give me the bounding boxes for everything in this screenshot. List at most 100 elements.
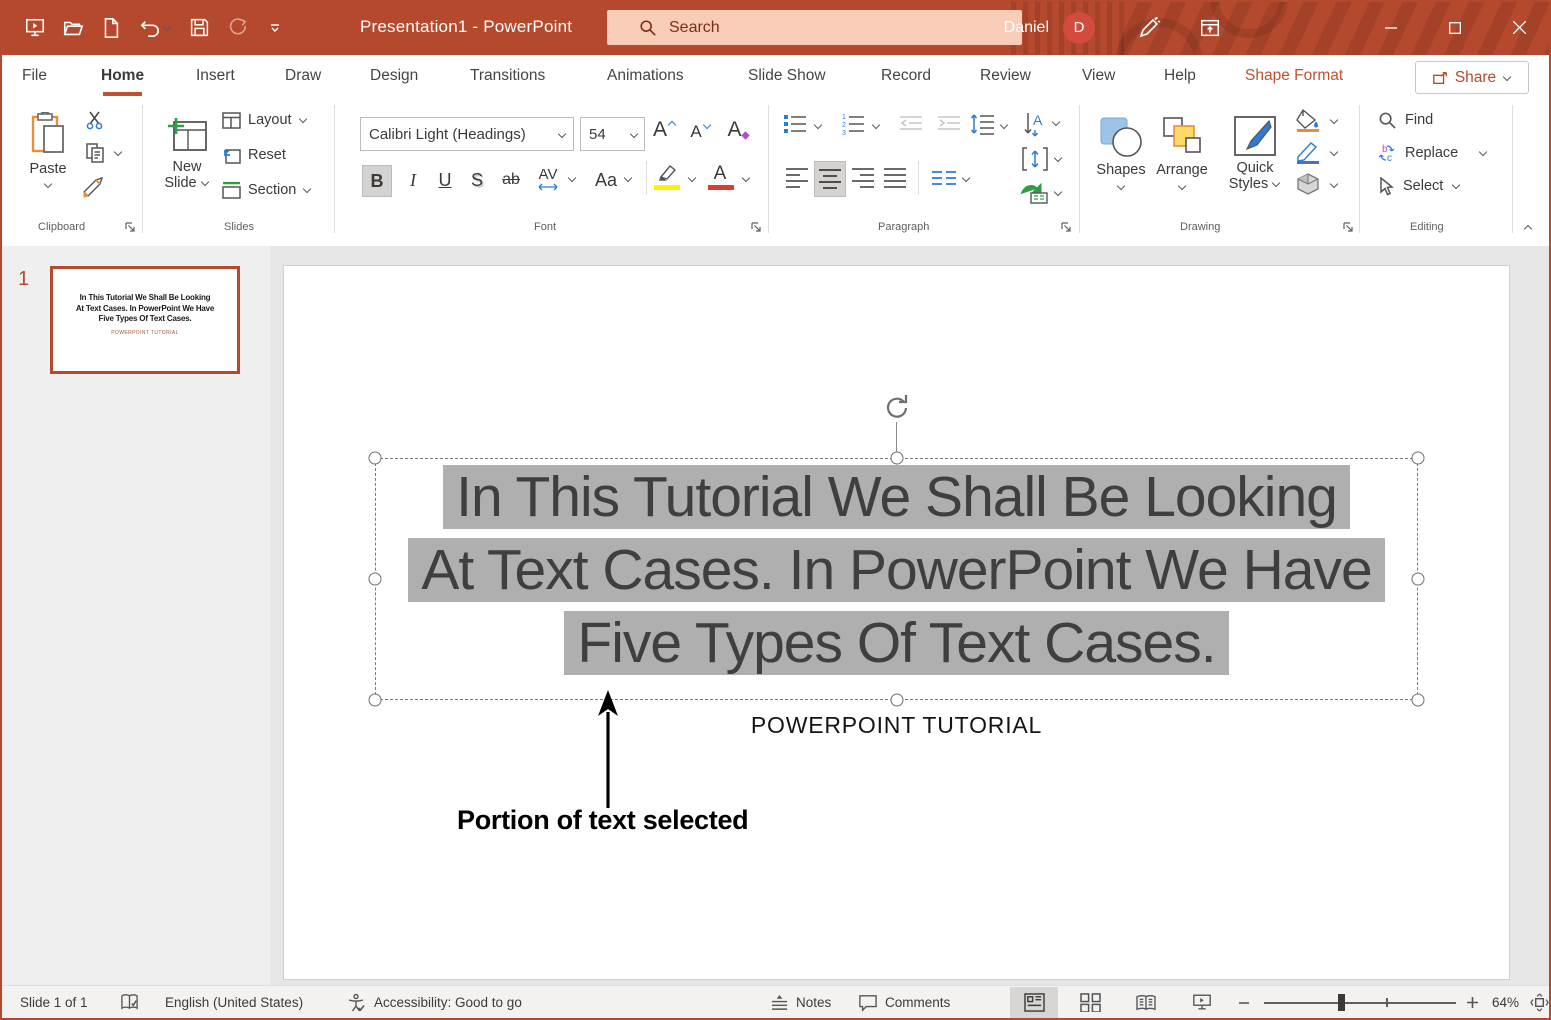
slide-indicator[interactable]: Slide 1 of 1 bbox=[20, 986, 88, 1019]
line-spacing-button[interactable] bbox=[968, 110, 996, 138]
tab-transitions[interactable]: Transitions bbox=[470, 55, 545, 97]
reading-view-button[interactable] bbox=[1122, 987, 1170, 1018]
tab-view[interactable]: View bbox=[1082, 55, 1115, 97]
new-slide-button[interactable]: New Slide bbox=[158, 105, 216, 201]
grow-font-button[interactable]: A bbox=[650, 115, 680, 145]
change-case-dropdown[interactable] bbox=[624, 175, 633, 183]
tab-home[interactable]: Home bbox=[101, 55, 144, 97]
shape-effects-dropdown[interactable] bbox=[1330, 181, 1339, 189]
font-name-combo[interactable]: Calibri Light (Headings) bbox=[360, 117, 574, 151]
replace-button[interactable]: bc Replace bbox=[1376, 142, 1488, 164]
font-color-dropdown[interactable] bbox=[742, 175, 751, 183]
cut-icon[interactable] bbox=[82, 109, 108, 131]
maximize-button[interactable] bbox=[1423, 0, 1487, 55]
convert-smartart-button[interactable] bbox=[1018, 179, 1050, 205]
shape-outline-dropdown[interactable] bbox=[1330, 149, 1339, 157]
tab-insert[interactable]: Insert bbox=[196, 55, 235, 97]
columns-button[interactable] bbox=[930, 167, 958, 189]
format-painter-icon[interactable] bbox=[80, 175, 108, 199]
collapse-ribbon-button[interactable] bbox=[1524, 223, 1533, 231]
tab-record[interactable]: Record bbox=[881, 55, 931, 97]
avatar[interactable]: D bbox=[1063, 11, 1095, 44]
paste-button[interactable]: Paste bbox=[20, 105, 76, 195]
normal-view-button[interactable] bbox=[1010, 987, 1058, 1018]
copy-icon[interactable] bbox=[82, 141, 108, 165]
font-color-button[interactable]: A bbox=[706, 161, 734, 187]
text-shadow-button[interactable]: S bbox=[464, 165, 490, 195]
tab-shape-format[interactable]: Shape Format bbox=[1245, 55, 1343, 97]
slideshow-view-button[interactable] bbox=[1178, 987, 1226, 1018]
underline-button[interactable]: U bbox=[432, 165, 458, 195]
paragraph-dialog-launcher[interactable] bbox=[1060, 221, 1074, 235]
share-button[interactable]: Share bbox=[1415, 61, 1529, 94]
columns-dropdown[interactable] bbox=[962, 175, 971, 183]
font-dialog-launcher[interactable] bbox=[750, 221, 764, 235]
align-right-button[interactable] bbox=[850, 165, 876, 191]
change-case-button[interactable]: Aa bbox=[590, 165, 622, 195]
zoom-slider-track[interactable] bbox=[1264, 1002, 1456, 1004]
spell-check-icon[interactable] bbox=[120, 986, 139, 1019]
tab-design[interactable]: Design bbox=[370, 55, 418, 97]
zoom-level[interactable]: 64% bbox=[1492, 986, 1519, 1019]
zoom-out-icon[interactable] bbox=[1238, 986, 1250, 1019]
comments-button[interactable]: Comments bbox=[858, 986, 950, 1019]
bullets-dropdown[interactable] bbox=[814, 122, 823, 130]
tab-help[interactable]: Help bbox=[1164, 55, 1196, 97]
save-icon[interactable] bbox=[186, 15, 212, 41]
accessibility-status[interactable]: Accessibility: Good to go bbox=[374, 986, 522, 1019]
tab-draw[interactable]: Draw bbox=[285, 55, 321, 97]
italic-button[interactable]: I bbox=[400, 165, 426, 195]
tab-file[interactable]: File bbox=[22, 55, 47, 97]
bullets-button[interactable] bbox=[782, 111, 808, 137]
strikethrough-button[interactable]: ab bbox=[496, 165, 526, 195]
layout-button[interactable]: Layout bbox=[222, 109, 308, 131]
quick-styles-button[interactable]: Quick Styles bbox=[1224, 105, 1286, 201]
customize-qat-icon[interactable] bbox=[262, 15, 288, 41]
highlight-color-icon[interactable] bbox=[654, 161, 682, 185]
shape-fill-icon[interactable] bbox=[1294, 107, 1322, 133]
clipboard-dialog-launcher[interactable] bbox=[124, 221, 138, 235]
slide-surface[interactable] bbox=[283, 265, 1510, 980]
ribbon-display-options-icon[interactable] bbox=[1199, 17, 1221, 39]
bold-button[interactable]: B bbox=[362, 165, 392, 197]
align-left-button[interactable] bbox=[784, 165, 810, 191]
clear-formatting-button[interactable]: A bbox=[724, 115, 754, 145]
text-direction-button[interactable]: A bbox=[1020, 109, 1050, 139]
editing-pen-icon[interactable] bbox=[1137, 16, 1161, 40]
tab-review[interactable]: Review bbox=[980, 55, 1031, 97]
new-file-icon[interactable] bbox=[98, 15, 124, 41]
search-box[interactable]: Search bbox=[607, 10, 1022, 45]
open-file-icon[interactable] bbox=[60, 15, 86, 41]
shapes-button[interactable]: Shapes bbox=[1094, 105, 1148, 201]
shape-fill-dropdown[interactable] bbox=[1330, 117, 1339, 125]
align-center-button[interactable] bbox=[814, 161, 846, 197]
character-spacing-dropdown[interactable] bbox=[568, 175, 577, 183]
language-indicator[interactable]: English (United States) bbox=[165, 986, 303, 1019]
section-button[interactable]: Section bbox=[222, 179, 312, 201]
numbering-button[interactable]: 123 bbox=[840, 111, 866, 137]
fit-slide-to-window-icon[interactable] bbox=[1530, 986, 1549, 1019]
align-text-button[interactable] bbox=[1020, 145, 1050, 173]
numbering-dropdown[interactable] bbox=[872, 122, 881, 130]
tab-animations[interactable]: Animations bbox=[607, 55, 684, 97]
shape-effects-icon[interactable] bbox=[1294, 171, 1322, 197]
user-name[interactable]: Daniel bbox=[1004, 19, 1049, 37]
justify-button[interactable] bbox=[882, 165, 908, 191]
highlight-color-dropdown[interactable] bbox=[688, 175, 697, 183]
arrange-button[interactable]: Arrange bbox=[1154, 105, 1210, 201]
zoom-in-icon[interactable] bbox=[1466, 986, 1479, 1019]
tab-slide-show[interactable]: Slide Show bbox=[748, 55, 826, 97]
shape-outline-icon[interactable] bbox=[1294, 139, 1322, 165]
notes-button[interactable]: Notes bbox=[770, 986, 831, 1019]
shrink-font-button[interactable]: A bbox=[686, 117, 716, 147]
line-spacing-dropdown[interactable] bbox=[1000, 122, 1009, 130]
select-button[interactable]: Select bbox=[1378, 175, 1461, 197]
copy-dropdown[interactable] bbox=[114, 149, 123, 157]
find-button[interactable]: Find bbox=[1378, 109, 1433, 131]
align-text-dropdown[interactable] bbox=[1054, 155, 1063, 163]
convert-smartart-dropdown[interactable] bbox=[1054, 189, 1063, 197]
slide-sorter-view-button[interactable] bbox=[1066, 987, 1114, 1018]
minimize-button[interactable] bbox=[1359, 0, 1423, 55]
zoom-slider-handle[interactable] bbox=[1338, 994, 1345, 1011]
drawing-dialog-launcher[interactable] bbox=[1342, 221, 1356, 235]
